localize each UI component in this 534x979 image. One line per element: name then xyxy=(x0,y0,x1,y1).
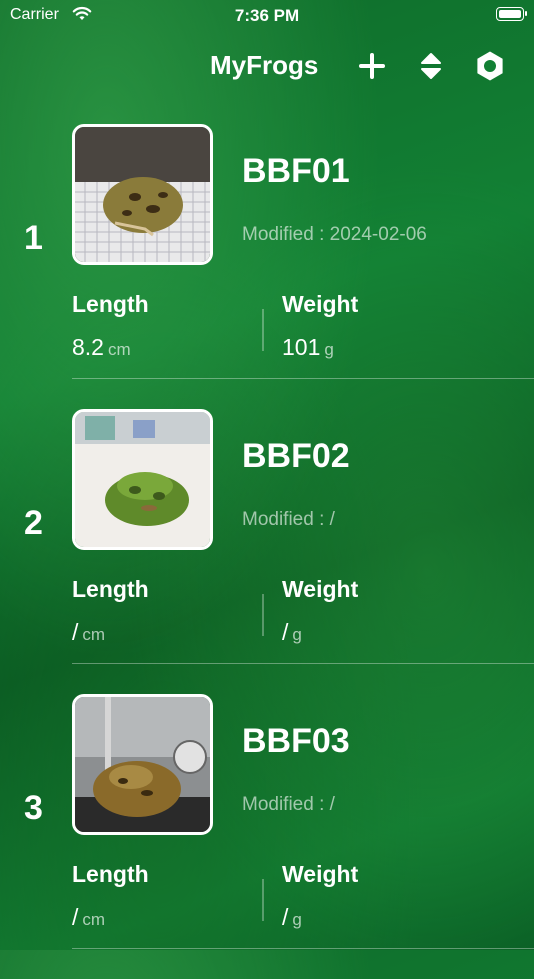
modified-date: Modified : / xyxy=(242,794,335,815)
length-value: / xyxy=(72,904,79,930)
weight-label: Weight xyxy=(282,291,359,317)
page-title: MyFrogs xyxy=(210,50,319,80)
length-unit: cm xyxy=(82,625,106,644)
plus-icon xyxy=(359,53,385,79)
battery-icon xyxy=(496,7,527,21)
divider xyxy=(262,879,264,921)
frog-photo xyxy=(72,409,213,550)
sort-icon xyxy=(421,53,441,79)
gear-icon xyxy=(477,51,503,81)
frog-name: BBF03 xyxy=(242,722,350,760)
divider xyxy=(262,594,264,636)
status-bar: Carrier 7:36 PM xyxy=(0,0,534,32)
status-time: 7:36 PM xyxy=(234,6,300,25)
length-value: / xyxy=(72,619,79,645)
weight-label: Weight xyxy=(282,576,359,602)
frog-row[interactable]: 3 BBF03 Modified : / Length Weight / cm /… xyxy=(0,694,534,979)
weight-unit: g xyxy=(292,910,302,929)
row-separator xyxy=(72,663,534,664)
nav-bar: MyFrogs xyxy=(0,40,534,90)
weight-value-group: 101 g xyxy=(282,334,334,361)
frog-row[interactable]: 2 BBF02 Modified : / Length Weight / cm /… xyxy=(0,409,534,694)
weight-unit: g xyxy=(292,625,302,644)
frog-row[interactable]: 1 BBF01 Modified : 2024-02-06 Length Wei… xyxy=(0,124,534,409)
length-value: 8.2 xyxy=(72,334,104,360)
length-label: Length xyxy=(72,861,149,887)
weight-value-group: / g xyxy=(282,904,302,931)
settings-button[interactable] xyxy=(472,48,508,84)
length-value-group: / cm xyxy=(72,619,105,646)
row-separator xyxy=(72,378,534,379)
weight-unit: g xyxy=(324,340,334,359)
length-unit: cm xyxy=(107,340,131,359)
length-value-group: 8.2 cm xyxy=(72,334,131,361)
weight-value: / xyxy=(282,619,289,645)
weight-label: Weight xyxy=(282,861,359,887)
sort-button[interactable] xyxy=(413,48,449,84)
frog-name: BBF02 xyxy=(242,437,350,475)
length-label: Length xyxy=(72,576,149,602)
row-index: 1 xyxy=(24,219,43,257)
frog-photo xyxy=(72,124,213,265)
weight-value: / xyxy=(282,904,289,930)
length-label: Length xyxy=(72,291,149,317)
modified-date: Modified : 2024-02-06 xyxy=(242,224,427,245)
row-index: 3 xyxy=(24,789,43,827)
frog-name: BBF01 xyxy=(242,152,350,190)
weight-value-group: / g xyxy=(282,619,302,646)
frog-photo xyxy=(72,694,213,835)
length-value-group: / cm xyxy=(72,904,105,931)
row-separator xyxy=(72,948,534,949)
weight-value: 101 xyxy=(282,334,321,360)
modified-date: Modified : / xyxy=(242,509,335,530)
divider xyxy=(262,309,264,351)
length-unit: cm xyxy=(82,910,106,929)
add-frog-button[interactable] xyxy=(354,48,390,84)
row-index: 2 xyxy=(24,504,43,542)
